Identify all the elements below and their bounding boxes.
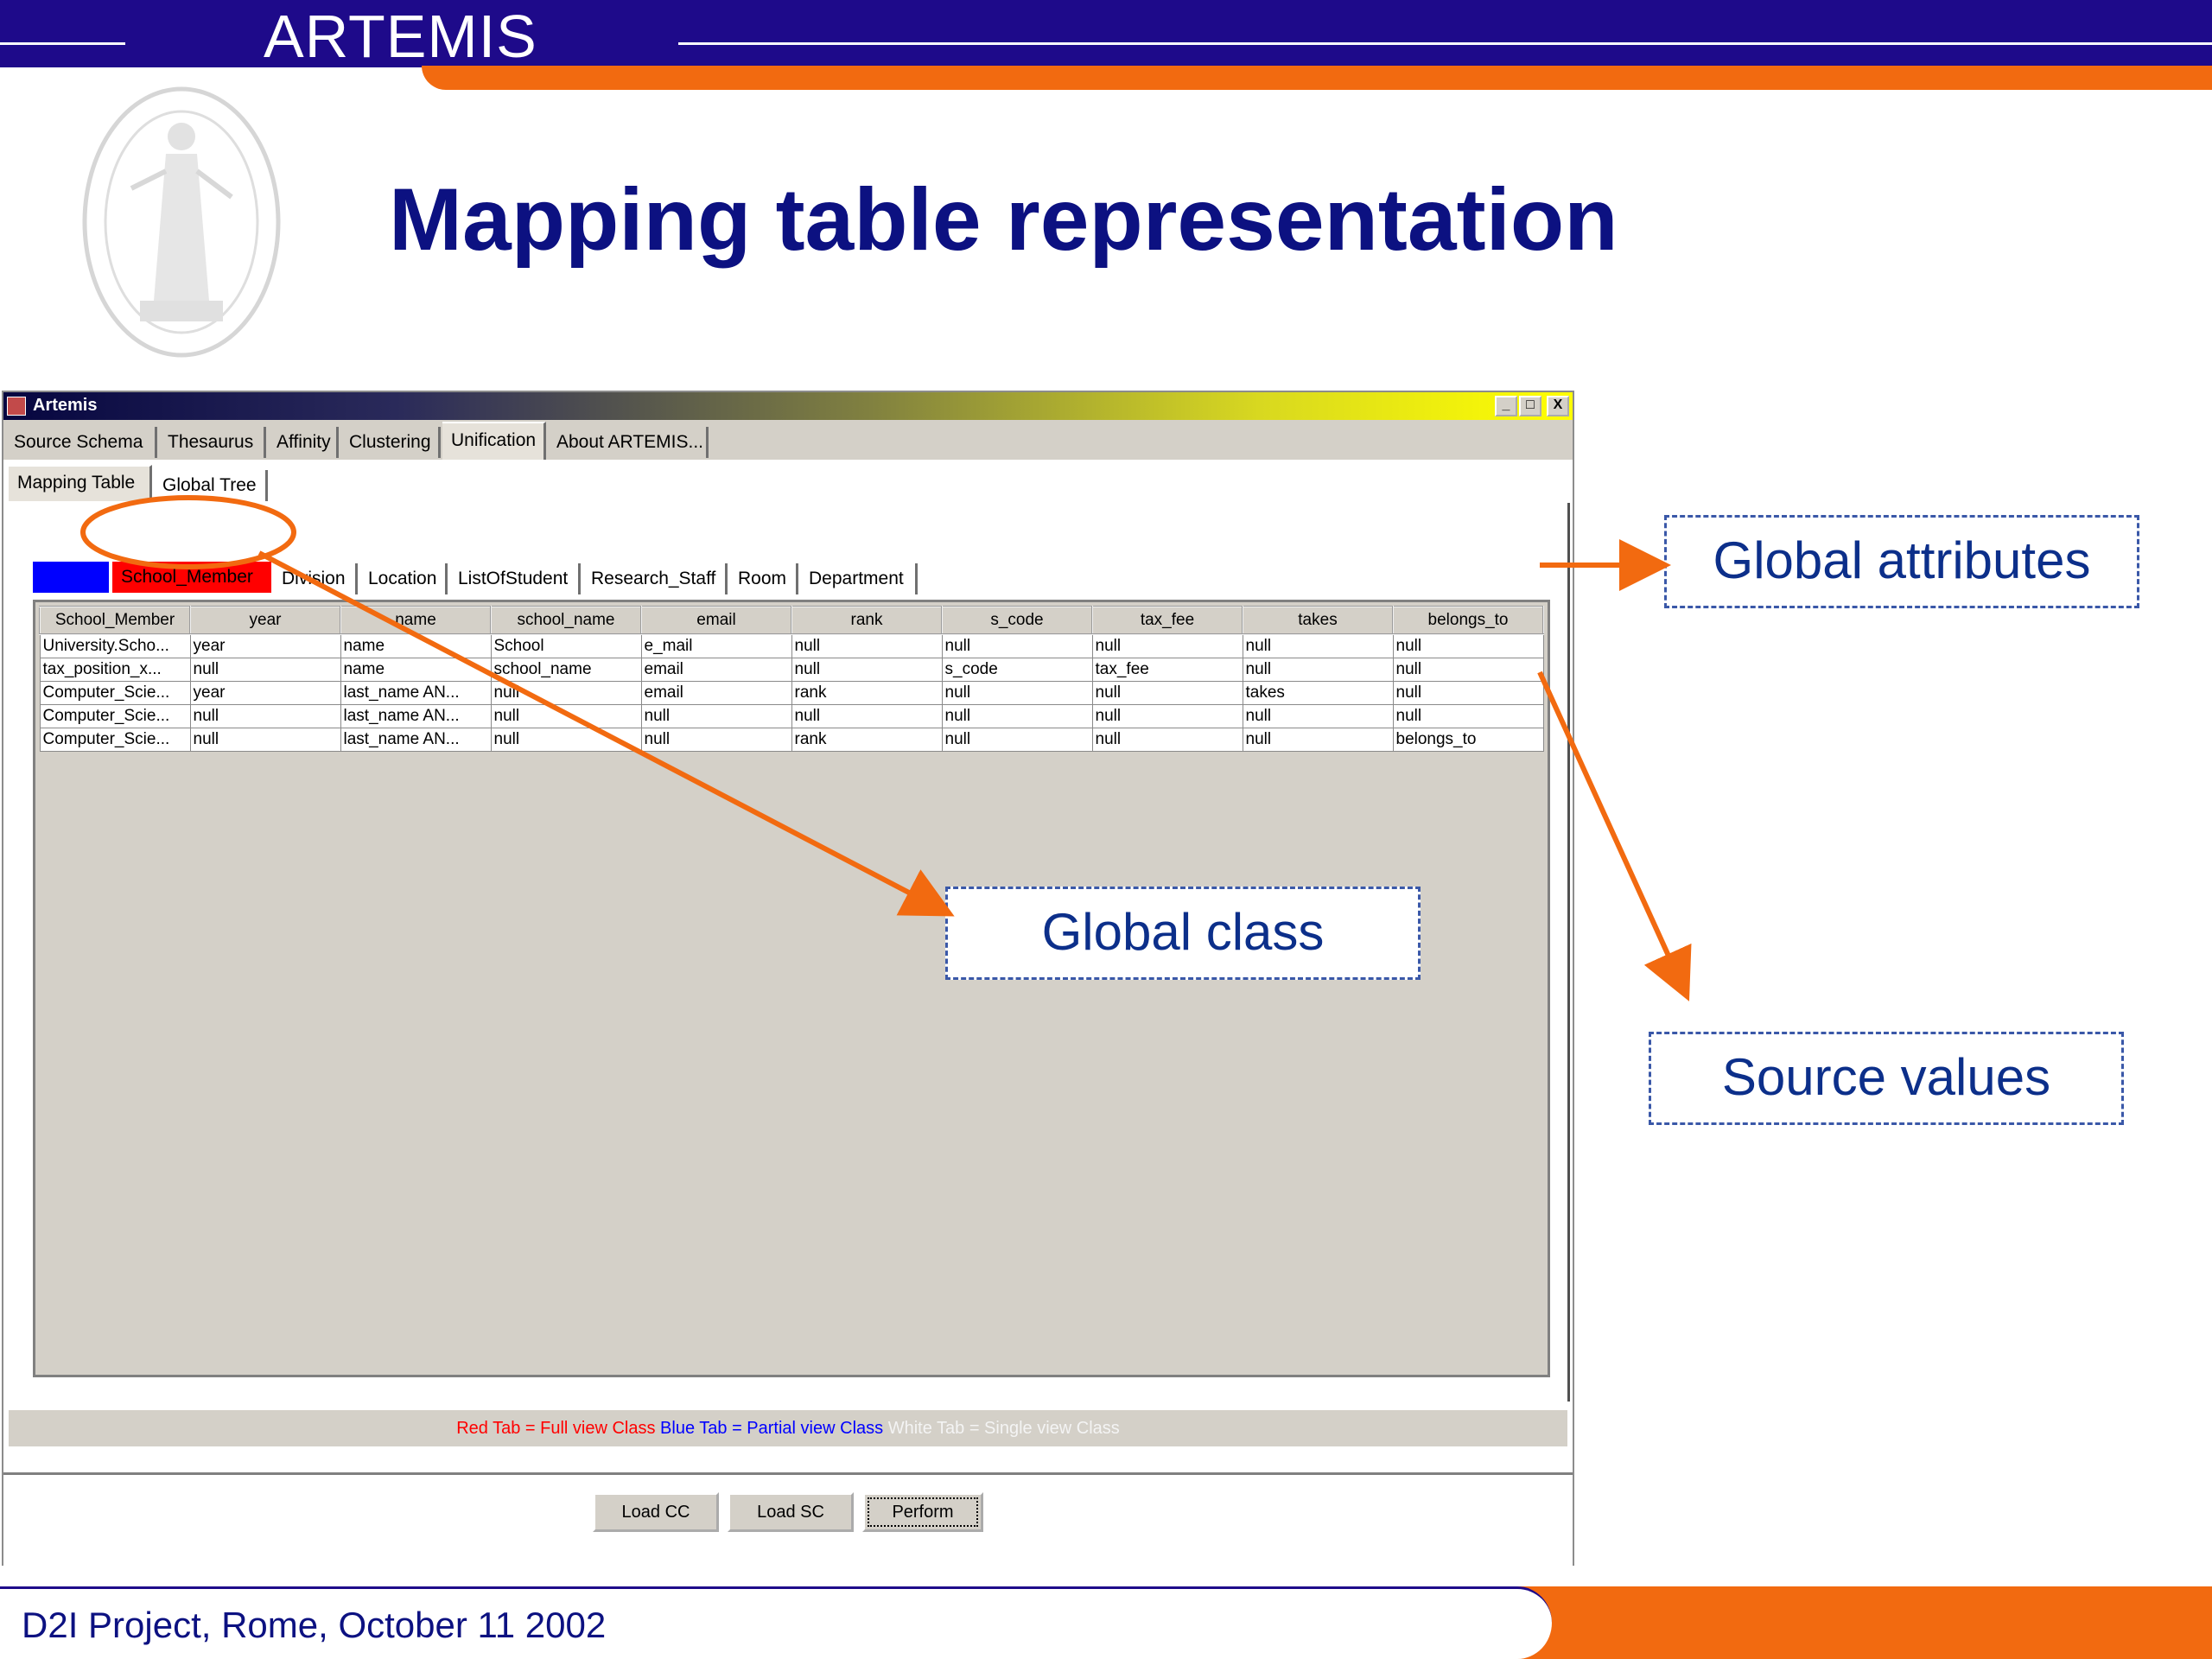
arrow-source-values [1537, 671, 1692, 1001]
annotation-overlay [80, 495, 1692, 1001]
arrow-global-class [257, 550, 955, 917]
footer-text: D2I Project, Rome, October 11 2002 [22, 1605, 607, 1645]
